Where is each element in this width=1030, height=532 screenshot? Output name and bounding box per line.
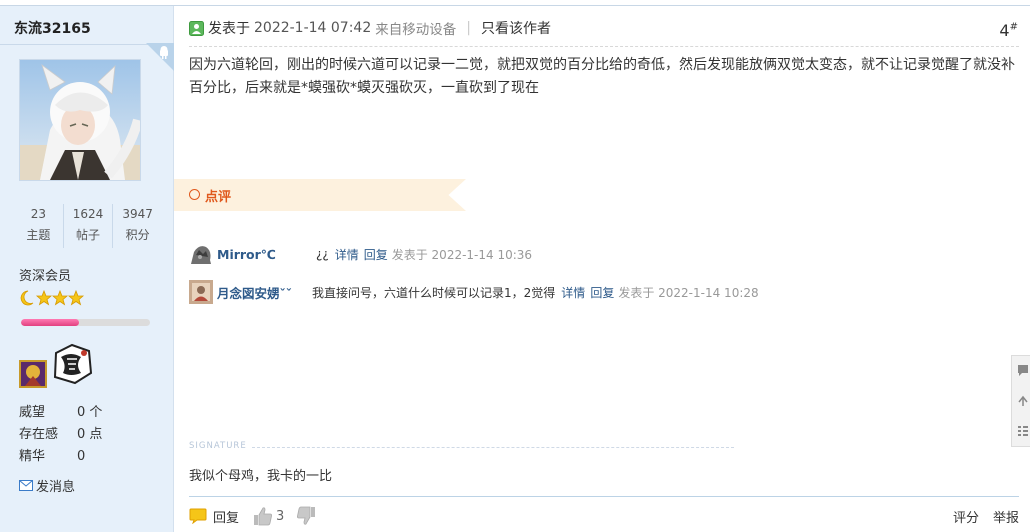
dislike-button[interactable]	[296, 506, 316, 526]
info-value: 0 个	[77, 405, 103, 420]
stat-points[interactable]: 3947 积分	[112, 204, 162, 248]
floor-suffix: #	[1009, 21, 1018, 33]
side-toolbar	[1011, 355, 1030, 447]
post-time: 2022-1-14 07:42	[254, 20, 372, 36]
like-count: 3	[276, 508, 285, 524]
user-group[interactable]: 资深会员	[19, 265, 71, 284]
back-to-top-tool[interactable]	[1012, 386, 1030, 416]
divider	[189, 46, 1019, 47]
stat-posts[interactable]: 1624 帖子	[62, 204, 113, 248]
post-content: 因为六道轮回，刚出的时候六道可以记录一二觉，就把双觉的百分比给的奇低，然后发现能…	[189, 57, 1015, 96]
stat-posts-label: 帖子	[76, 228, 101, 242]
signature-label: SIGNATURE	[189, 441, 247, 451]
author-username[interactable]: 东流32165	[14, 18, 91, 38]
reply-button[interactable]: 回复	[189, 507, 239, 526]
comment-date: 发表于 2022-1-14 10:36	[391, 247, 533, 262]
stat-threads[interactable]: 23 主题	[14, 204, 63, 248]
level-progress-bar	[21, 319, 150, 326]
stat-threads-label: 主题	[26, 228, 51, 242]
report-button[interactable]: 举报	[993, 507, 1019, 526]
info-value: 0 点	[77, 427, 103, 442]
like-button[interactable]: 3	[253, 506, 284, 526]
comment-reply-link[interactable]: 回复	[364, 246, 388, 263]
level-progress-fill	[21, 319, 80, 326]
author-info: 威望 0 个 存在感 0 点 精华 0	[19, 402, 102, 468]
comment-section-title: 点评	[205, 190, 232, 205]
post-source: 来自移动设备	[375, 22, 457, 38]
commenter-avatar[interactable]	[189, 280, 213, 304]
moon-icon	[20, 290, 34, 306]
info-key: 精华	[19, 449, 46, 464]
comment-icon	[1018, 365, 1028, 376]
comment-reply-link[interactable]: 回复	[590, 284, 614, 301]
info-key: 存在感	[19, 427, 59, 442]
author-sidebar: 东流32165 23 主题 1624 帖子 3947 积分 资深会员 威望 0 …	[0, 6, 174, 532]
signature-text: 我似个母鸡，我卡的一比	[189, 469, 333, 484]
quick-reply-tool[interactable]	[1012, 356, 1030, 386]
commenter-name[interactable]: Mirror℃	[217, 247, 276, 262]
stat-points-label: 积分	[125, 228, 150, 242]
mail-icon	[19, 480, 33, 491]
info-value: 0	[77, 449, 86, 464]
info-digest: 精华 0	[19, 446, 102, 468]
signature-divider	[252, 447, 734, 448]
thumbs-down-icon	[297, 506, 316, 525]
medal-icon[interactable]	[51, 343, 93, 385]
post-footer: 回复 3 评分 举报	[189, 505, 1019, 527]
commenter-name[interactable]: 月念図安娚ˇˇ	[217, 283, 292, 302]
floor-number[interactable]: 4#	[999, 21, 1018, 40]
comment-detail-link[interactable]: 详情	[335, 246, 359, 263]
reply-button-label: 回复	[213, 510, 240, 526]
online-status-icon	[189, 20, 204, 36]
stat-threads-value: 23	[30, 207, 46, 221]
send-message-label: 发消息	[36, 480, 76, 495]
floor-number-value: 4	[999, 21, 1010, 40]
comment-date: 发表于 2022-1-14 10:28	[618, 285, 759, 300]
separator: |	[466, 20, 471, 36]
divider	[189, 496, 1019, 497]
commenter-avatar[interactable]	[189, 242, 213, 266]
post-header: 发表于 2022-1-14 07:42 来自移动设备 | 只看该作者	[189, 18, 551, 38]
rank-stars	[19, 289, 85, 307]
star-icon	[35, 289, 85, 306]
info-presence: 存在感 0 点	[19, 424, 102, 446]
comment-text: 我直接问号，六道什么时候可以记录1，2觉得	[312, 285, 556, 300]
only-author-link[interactable]: 只看该作者	[481, 18, 551, 38]
speech-bubble-icon	[189, 508, 207, 524]
list-tool[interactable]	[1012, 416, 1030, 446]
send-message-link[interactable]: 发消息	[19, 476, 75, 495]
info-prestige: 威望 0 个	[19, 402, 102, 424]
thumbs-up-icon	[254, 507, 273, 526]
list-icon	[1018, 426, 1028, 436]
post-header-label: 发表于	[208, 21, 250, 37]
android-icon	[146, 43, 174, 71]
comment-text: ¿¿	[315, 247, 329, 261]
stat-points-value: 3947	[122, 207, 153, 221]
author-avatar[interactable]	[19, 59, 141, 181]
author-stats: 23 主题 1624 帖子 3947 积分	[14, 204, 162, 248]
stat-posts-value: 1624	[72, 207, 104, 221]
medal-icon[interactable]	[19, 360, 47, 388]
info-key: 威望	[19, 405, 46, 420]
arrow-up-icon	[1018, 395, 1028, 406]
comment-item: 月念図安娚ˇˇ 我直接问号，六道什么时候可以记录1，2觉得 详情 回复 发表于 …	[189, 279, 759, 305]
comment-circle-icon	[189, 189, 200, 200]
comment-item: Mirror℃ ¿¿ 详情 回复 发表于 2022-1-14 10:36	[189, 241, 532, 267]
rate-button[interactable]: 评分	[953, 507, 979, 526]
comment-detail-link[interactable]: 详情	[561, 284, 585, 301]
